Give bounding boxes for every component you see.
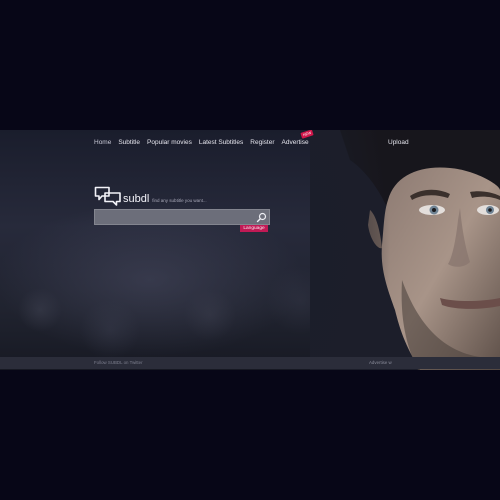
page: Home Subtitle Popular movies Latest Subt… [0,0,500,500]
search-box [94,209,270,225]
nav-register[interactable]: Register [250,138,274,148]
nav-subtitle[interactable]: Subtitle [118,138,140,148]
hero-banner: Home Subtitle Popular movies Latest Subt… [0,130,500,370]
nav-popular-movies[interactable]: Popular movies [147,138,192,148]
nav-latest-subtitles[interactable]: Latest Subtitles [199,138,243,148]
speech-bubbles-logo-icon [94,186,121,206]
tagline: find any subtitle you want... [152,198,207,203]
site-logo[interactable]: subdl find any subtitle you want... [94,186,207,206]
language-button[interactable]: Language [240,225,268,232]
search-input[interactable] [95,210,258,224]
main-nav: Home Subtitle Popular movies Latest Subt… [94,130,316,148]
follow-twitter-link[interactable]: Follow SUBDL on Twitter [94,360,143,366]
logo-text: subdl [123,193,150,205]
nav-advertise-label: Advertise [281,139,309,146]
advertise-link[interactable]: Advertise w [369,360,392,366]
search-icon[interactable] [256,212,267,223]
nav-advertise[interactable]: Advertise NEW [281,130,314,148]
new-badge: NEW [299,130,314,139]
footer-strip: Follow SUBDL on Twitter Advertise w [0,357,500,369]
hero-face-image [310,130,500,370]
nav-home[interactable]: Home [94,138,111,148]
nav-upload[interactable]: Upload [388,138,409,148]
